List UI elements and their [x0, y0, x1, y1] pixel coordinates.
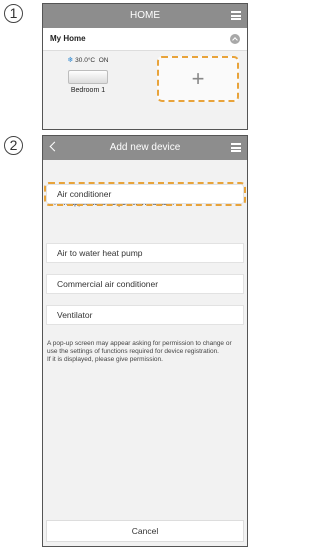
device-temperature: 30.0°C: [75, 57, 96, 64]
menu-icon[interactable]: [231, 11, 241, 20]
step-number-2: 2: [4, 136, 23, 155]
device-status: ❄ 30.0°C ON: [53, 56, 123, 64]
collapse-icon[interactable]: [230, 34, 240, 44]
option-air-to-water-heat-pump[interactable]: Air to water heat pump: [46, 243, 244, 263]
plus-icon: +: [191, 66, 205, 91]
add-device-appbar: Add new device: [43, 136, 247, 160]
home-name: My Home: [50, 34, 86, 43]
step-number-1: 1: [4, 4, 23, 23]
permission-note-line-1: A pop-up screen may appear asking for pe…: [47, 340, 232, 355]
snowflake-icon: ❄: [67, 57, 74, 64]
permission-note: A pop-up screen may appear asking for pe…: [47, 340, 243, 364]
option-commercial-air-conditioner[interactable]: Commercial air conditioner: [46, 274, 244, 294]
add-device-button[interactable]: +: [157, 56, 239, 102]
device-room-label: Bedroom 1: [70, 87, 106, 94]
option-ventilator[interactable]: Ventilator: [46, 305, 244, 325]
home-screen: HOME My Home ❄ 30.0°C ON Bedroom 1 +: [42, 3, 248, 130]
device-power-status: ON: [98, 57, 109, 64]
home-selector[interactable]: My Home: [43, 28, 247, 51]
air-conditioner-icon: [68, 70, 108, 84]
home-title: HOME: [130, 10, 160, 21]
cancel-button[interactable]: Cancel: [46, 520, 244, 542]
device-card-bedroom[interactable]: ❄ 30.0°C ON Bedroom 1: [53, 56, 123, 106]
permission-note-line-2: If it is displayed, please give permissi…: [47, 356, 163, 363]
add-device-title: Add new device: [109, 142, 181, 153]
option-air-conditioner[interactable]: Air conditioner: [44, 182, 246, 206]
home-appbar: HOME: [43, 4, 247, 28]
back-icon[interactable]: [49, 141, 60, 152]
add-device-screen: Add new device Which appliances do you w…: [42, 135, 248, 547]
menu-icon[interactable]: [231, 143, 241, 152]
